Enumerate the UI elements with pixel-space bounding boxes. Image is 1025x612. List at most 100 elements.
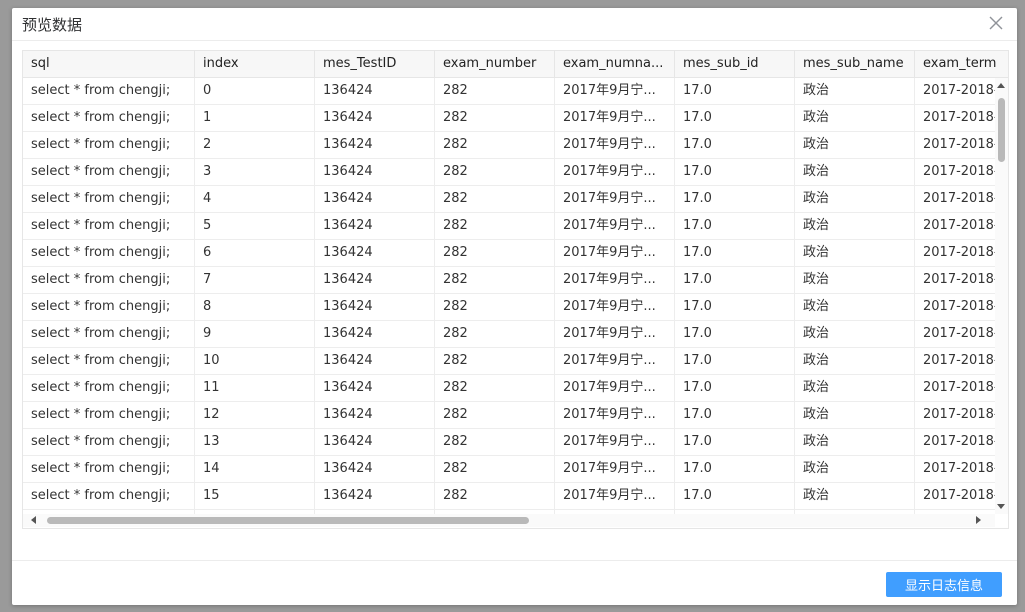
vertical-scrollbar[interactable] (995, 78, 1008, 514)
table-cell: 2017-2018- (915, 240, 995, 266)
table-cell: 2017年9月宁... (555, 456, 675, 482)
table-cell: 政治 (795, 456, 915, 482)
table-row[interactable]: select * from chengji; 0 136424 282 2017年9月宁… (23, 78, 995, 105)
table-cell: 136424 (315, 375, 435, 401)
column-header-exam-number[interactable]: exam_number (435, 51, 555, 77)
column-header-mes-testid[interactable]: mes_TestID (315, 51, 435, 77)
table-row[interactable]: select * from chengji; 7 136424 282 2017年9月宁… (23, 267, 995, 294)
table-cell: 6 (195, 240, 315, 266)
table-cell: 282 (435, 159, 555, 185)
table-cell: 2017-2018- (915, 321, 995, 347)
horizontal-scroll-thumb[interactable] (47, 517, 529, 524)
table-cell: 282 (435, 348, 555, 374)
table-cell: 2017-2018- (915, 78, 995, 104)
scroll-up-arrow-icon[interactable] (997, 83, 1005, 88)
table-cell: 2 (195, 132, 315, 158)
table-cell: 17.0 (675, 186, 795, 212)
table-cell: 136424 (315, 456, 435, 482)
table-cell: 2017-2018- (915, 456, 995, 482)
scroll-left-arrow-icon[interactable] (31, 516, 36, 524)
table-cell: 政治 (795, 321, 915, 347)
table-row[interactable]: select * from chengji; 14 136424 282 2017年9月… (23, 456, 995, 483)
show-log-button[interactable]: 显示日志信息 (886, 572, 1002, 597)
table-cell: 15 (195, 483, 315, 509)
close-icon[interactable] (987, 14, 1005, 32)
table-cell: 2017-2018- (915, 294, 995, 320)
table-row[interactable]: select * from chengji; 13 136424 282 2017年9月… (23, 429, 995, 456)
table-cell: 136424 (315, 402, 435, 428)
table-row[interactable]: select * from chengji; 10 136424 282 2017年9月… (23, 348, 995, 375)
table-cell: 282 (435, 429, 555, 455)
table-row[interactable]: select * from chengji; 6 136424 282 2017年9月宁… (23, 240, 995, 267)
table-cell: select * from chengji; (23, 132, 195, 158)
table-cell: select * from chengji; (23, 456, 195, 482)
table-cell: 10 (195, 348, 315, 374)
table-cell: 2017年9月宁... (555, 240, 675, 266)
table-cell: 政治 (795, 159, 915, 185)
grid-body: select * from chengji; 0 136424 282 2017年9月宁… (23, 78, 995, 514)
table-cell: 136424 (315, 213, 435, 239)
table-cell: 282 (435, 267, 555, 293)
table-row[interactable]: select * from chengji; 11 136424 282 2017年9月… (23, 375, 995, 402)
table-row[interactable]: select * from chengji; 5 136424 282 2017年9月宁… (23, 213, 995, 240)
table-row[interactable]: select * from chengji; 15 136424 282 2017年9月… (23, 483, 995, 510)
table-cell: 5 (195, 213, 315, 239)
vertical-scroll-thumb[interactable] (998, 98, 1005, 162)
table-cell: 136424 (315, 78, 435, 104)
column-header-exam-term[interactable]: exam_term (915, 51, 1008, 77)
table-row[interactable]: select * from chengji; 12 136424 282 2017年9月… (23, 402, 995, 429)
table-cell: 11 (195, 375, 315, 401)
column-header-mes-sub-id[interactable]: mes_sub_id (675, 51, 795, 77)
table-cell: 2017-2018- (915, 132, 995, 158)
scroll-right-arrow-icon[interactable] (976, 516, 981, 524)
grid-header: sql index mes_TestID exam_number exam_numna.… (23, 51, 1008, 78)
preview-dialog: 预览数据 sql index mes_TestID exam_number exam_n… (12, 8, 1017, 605)
table-cell: 12 (195, 402, 315, 428)
scroll-down-arrow-icon[interactable] (997, 504, 1005, 509)
table-cell: 136424 (315, 429, 435, 455)
table-cell: select * from chengji; (23, 267, 195, 293)
table-row[interactable]: select * from chengji; 4 136424 282 2017年9月宁… (23, 186, 995, 213)
table-cell: select * from chengji; (23, 402, 195, 428)
table-cell: 282 (435, 132, 555, 158)
table-cell: 17.0 (675, 159, 795, 185)
table-cell: 17.0 (675, 456, 795, 482)
table-cell: 2017年9月宁... (555, 483, 675, 509)
table-cell: 2017-2018- (915, 429, 995, 455)
table-cell: 136424 (315, 132, 435, 158)
table-cell: 2017年9月宁... (555, 105, 675, 131)
table-cell: select * from chengji; (23, 348, 195, 374)
table-cell: 282 (435, 321, 555, 347)
table-cell: select * from chengji; (23, 429, 195, 455)
table-cell: 17.0 (675, 213, 795, 239)
table-row[interactable]: select * from chengji; 9 136424 282 2017年9月宁… (23, 321, 995, 348)
table-row[interactable]: select * from chengji; 3 136424 282 2017年9月宁… (23, 159, 995, 186)
column-header-index[interactable]: index (195, 51, 315, 77)
table-cell: 136424 (315, 159, 435, 185)
column-header-exam-numname[interactable]: exam_numna... (555, 51, 675, 77)
table-cell: 17.0 (675, 402, 795, 428)
table-cell: 政治 (795, 429, 915, 455)
table-cell: 7 (195, 267, 315, 293)
table-cell: 282 (435, 186, 555, 212)
table-row[interactable]: select * from chengji; 1 136424 282 2017年9月宁… (23, 105, 995, 132)
table-cell: 2017-2018- (915, 375, 995, 401)
table-cell: 2017-2018- (915, 159, 995, 185)
table-cell: select * from chengji; (23, 159, 195, 185)
table-cell: 9 (195, 321, 315, 347)
table-row[interactable]: select * from chengji; 8 136424 282 2017年9月宁… (23, 294, 995, 321)
table-cell: 17.0 (675, 483, 795, 509)
column-header-mes-sub-name[interactable]: mes_sub_name (795, 51, 915, 77)
table-row[interactable]: select * from chengji; 2 136424 282 2017年9月宁… (23, 132, 995, 159)
table-cell: 13 (195, 429, 315, 455)
table-cell: 2017年9月宁... (555, 348, 675, 374)
table-cell: 282 (435, 375, 555, 401)
table-cell: 282 (435, 213, 555, 239)
column-header-sql[interactable]: sql (23, 51, 195, 77)
table-cell: 136424 (315, 105, 435, 131)
table-cell: 136424 (315, 240, 435, 266)
table-cell: 2017年9月宁... (555, 375, 675, 401)
table-cell: 136424 (315, 321, 435, 347)
table-cell: 政治 (795, 402, 915, 428)
horizontal-scrollbar[interactable] (23, 514, 995, 527)
